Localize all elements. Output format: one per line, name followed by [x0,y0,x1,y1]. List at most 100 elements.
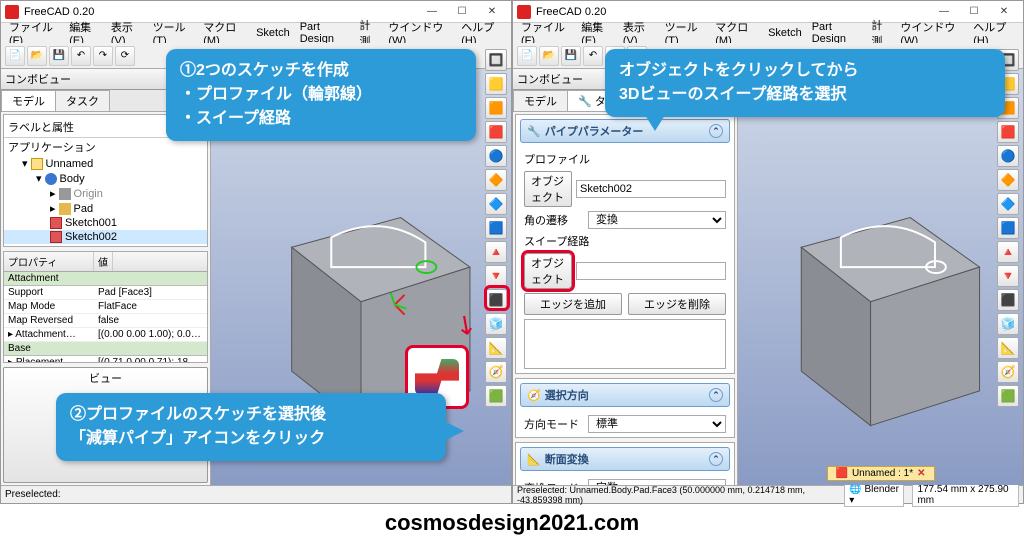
tool-undo[interactable]: ↶ [71,46,91,66]
collapse-icon[interactable]: ⌃ [709,388,723,402]
toolstrip-button-13[interactable]: 🧭 [997,361,1019,383]
tool-open[interactable]: 📂 [539,46,559,66]
toolstrip-button-6[interactable]: 🔷 [485,193,507,215]
toolstrip-button-14[interactable]: 🟩 [485,385,507,407]
status-bar: Preselected: [1,485,511,503]
collapse-icon[interactable]: ⌃ [709,124,723,138]
cube-render [738,69,1023,485]
sketch-icon [50,231,62,243]
tree-col-label: ラベルと属性 [4,117,177,137]
edge-list[interactable] [524,319,726,369]
group-base: Base [4,342,207,356]
status-preselected: Preselected: [5,489,61,500]
toolstrip-button-2[interactable]: 🟧 [485,97,507,119]
corner-select[interactable]: 変換 [588,211,726,229]
origin-icon [59,188,71,200]
callout-step2: ②プロファイルのスケッチを選択後 「減算パイプ」アイコンをクリック [56,393,446,461]
toolstrip-button-4[interactable]: 🔵 [997,145,1019,167]
prop-col-value: 値 [94,252,113,271]
collapse-icon[interactable]: ⌃ [709,452,723,466]
task-pipe-parameters: 🔧 パイプパラメーター ⌃ プロファイル オブジェクト 角の遷移 変換 スイープ… [515,114,735,374]
tree-sketch002[interactable]: Sketch002 [4,230,207,244]
toolstrip-button-1[interactable]: 🟨 [485,73,507,95]
toolstrip-button-14[interactable]: 🟩 [997,385,1019,407]
direction-icon: 🧭 [527,389,541,402]
add-edge-button[interactable]: エッジを追加 [524,293,622,315]
toolstrip-button-12[interactable]: 📐 [997,337,1019,359]
profile-input[interactable] [576,180,726,198]
object-button-path[interactable]: オブジェクト [524,253,572,289]
property-panel: プロパティ 値 Attachment SupportPad [Face3] Ma… [3,251,208,363]
body-icon [45,173,57,185]
menu-sketch[interactable]: Sketch [764,25,806,41]
callout-step1: ①2つのスケッチを作成 ・プロファイル（輪郭線） ・スイープ経路 [166,49,476,141]
site-watermark: cosmosdesign2021.com [0,510,1024,536]
tree-body[interactable]: ▾ Body [4,171,207,186]
label-dirmode: 方向モード [524,416,584,432]
label-sweep-path: スイープ経路 [524,233,726,249]
toolstrip-button-3[interactable]: 🟥 [997,121,1019,143]
toolstrip-button-7[interactable]: 🟦 [997,217,1019,239]
toolstrip-button-10[interactable]: ⬛ [997,289,1019,311]
tool-undo[interactable]: ↶ [583,46,603,66]
toolstrip-button-6[interactable]: 🔷 [997,193,1019,215]
tree-sketch001[interactable]: Sketch001 [4,216,207,230]
toolstrip-button-4[interactable]: 🔵 [485,145,507,167]
toolstrip-button-5[interactable]: 🔶 [485,169,507,191]
task-direction: 🧭 選択方向 ⌃ 方向モード 標準 [515,378,735,438]
3d-viewport[interactable]: 🟥 Unnamed : 1* ✕ [738,69,1023,485]
menu-sketch[interactable]: Sketch [252,25,294,41]
toolstrip-button-11[interactable]: 🧊 [485,313,507,335]
close-tab-icon[interactable]: ✕ [917,468,925,479]
tab-model[interactable]: モデル [513,90,568,111]
document-tab[interactable]: 🟥 Unnamed : 1* ✕ [827,466,935,481]
toolstrip-button-0[interactable]: 🔲 [485,49,507,71]
remove-edge-button[interactable]: エッジを削除 [628,293,726,315]
path-input[interactable] [576,262,726,280]
tool-redo[interactable]: ↷ [93,46,113,66]
tree-pad[interactable]: ▸ Pad [4,201,207,216]
tree-origin[interactable]: ▸ Origin [4,186,207,201]
task-header-direction[interactable]: 🧭 選択方向 ⌃ [520,383,730,407]
toolstrip-button-5[interactable]: 🔶 [997,169,1019,191]
toolstrip-button-9[interactable]: 🔻 [485,265,507,287]
tool-refresh[interactable]: ⟳ [115,46,135,66]
toolstrip-button-13[interactable]: 🧭 [485,361,507,383]
tool-save[interactable]: 💾 [561,46,581,66]
status-navstyle[interactable]: 🌐 Blender ▾ [844,483,904,507]
status-dimensions: 177.54 mm x 275.90 mm [912,483,1019,507]
tab-task[interactable]: タスク [55,90,110,111]
menu-bar: ファイル(F) 編集(E) 表示(V) ツール(T) マクロ(M) Sketch… [1,23,511,43]
group-attachment: Attachment [4,272,207,286]
toolstrip-button-8[interactable]: 🔺 [485,241,507,263]
tool-save[interactable]: 💾 [49,46,69,66]
callout-step3: オブジェクトをクリックしてから 3Dビューのスイープ経路を選択 [605,49,1005,117]
toolstrip-button-11[interactable]: 🧊 [997,313,1019,335]
tool-new[interactable]: 📄 [517,46,537,66]
task-header-section[interactable]: 📐 断面変換 ⌃ [520,447,730,471]
prop-col-name: プロパティ [4,252,94,271]
right-toolbar: 🔲🟨🟧🟥🔵🔶🔷🟦🔺🔻⬛🧊📐🧭🟩 [485,49,509,407]
left-window: FreeCAD 0.20 — ☐ ✕ ファイル(F) 編集(E) 表示(V) ツ… [0,0,512,504]
pipe-icon: 🔧 [527,125,541,138]
highlight-toolbar-icon [484,285,510,311]
label-corner: 角の遷移 [524,212,584,228]
toolstrip-button-8[interactable]: 🔺 [997,241,1019,263]
task-header-pipe[interactable]: 🔧 パイプパラメーター ⌃ [520,119,730,143]
toolstrip-button-9[interactable]: 🔻 [997,265,1019,287]
toolstrip-button-3[interactable]: 🟥 [485,121,507,143]
right-window: FreeCAD 0.20 — ☐ ✕ ファイル(F) 編集(E) 表示(V) ツ… [512,0,1024,504]
section-icon: 📐 [527,453,541,466]
toolstrip-button-12[interactable]: 📐 [485,337,507,359]
sketch-icon [50,217,62,229]
object-button-profile[interactable]: オブジェクト [524,171,572,207]
tool-new[interactable]: 📄 [5,46,25,66]
tree-document[interactable]: ▾ Unnamed [4,156,207,171]
status-bar: Preselected: Unnamed.Body.Pad.Face3 (50.… [513,485,1023,503]
label-profile: プロファイル [524,151,726,167]
dirmode-select[interactable]: 標準 [588,415,726,433]
document-icon [31,158,43,170]
tab-model[interactable]: モデル [1,90,56,111]
tool-open[interactable]: 📂 [27,46,47,66]
toolstrip-button-7[interactable]: 🟦 [485,217,507,239]
